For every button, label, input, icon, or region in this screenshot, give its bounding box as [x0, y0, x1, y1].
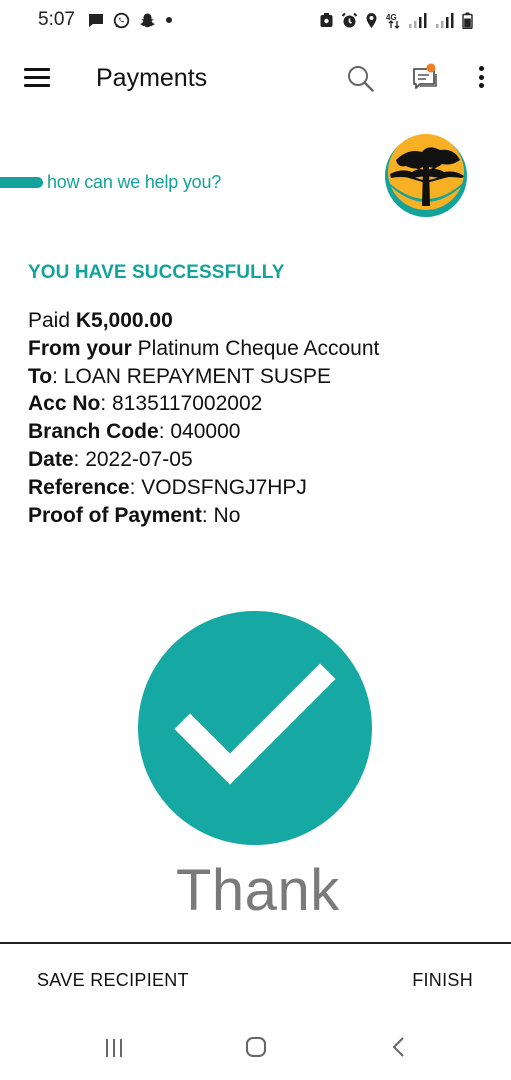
thank-you-text: Thank [176, 858, 340, 923]
finish-button[interactable]: FINISH [412, 970, 473, 991]
thank-you-clip: Thank [0, 0, 511, 942]
system-nav-bar [0, 1024, 511, 1080]
back-icon[interactable] [391, 1036, 407, 1063]
action-bar: SAVE RECIPIENT FINISH [0, 944, 511, 1024]
home-icon[interactable] [245, 1036, 267, 1063]
screen: 5:07 4G Payments how can we help you? YO… [0, 0, 511, 1080]
recent-apps-icon[interactable] [104, 1037, 124, 1064]
save-recipient-button[interactable]: SAVE RECIPIENT [37, 970, 189, 991]
